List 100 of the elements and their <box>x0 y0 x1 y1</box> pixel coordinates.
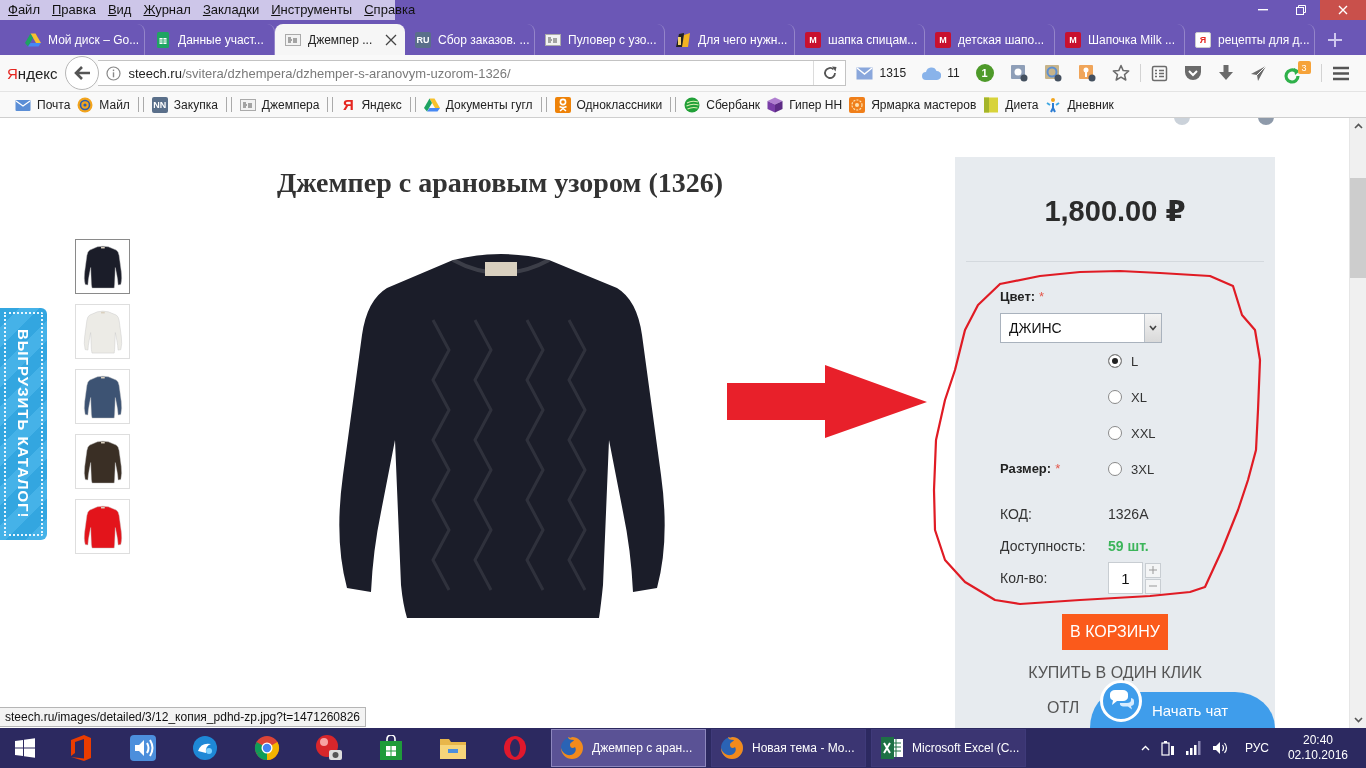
circular-arrow-icon <box>1282 67 1301 85</box>
bookmark[interactable]: Майл <box>76 93 131 116</box>
price: 1,800.00 ₽ <box>1043 194 1187 228</box>
quantity-field[interactable]: 1 <box>1108 562 1143 594</box>
ring-icon <box>77 96 94 113</box>
camera-icon <box>315 734 343 762</box>
taskbar-window-button[interactable]: Новая тема - Мо... <box>711 729 866 767</box>
speaker-icon <box>129 734 157 762</box>
bookmark[interactable]: Я Яндекс <box>340 93 403 116</box>
striped-circle-icon <box>684 96 701 113</box>
menu-item[interactable]: Инструменты <box>265 0 359 20</box>
browser-logo-icon <box>720 736 744 760</box>
square-icon <box>983 96 1000 113</box>
menu-icon <box>1331 65 1350 81</box>
spreadsheet-icon <box>155 31 171 48</box>
envelope-icon <box>856 66 874 80</box>
menu-item[interactable]: Справка <box>358 0 422 20</box>
info-icon <box>106 65 122 81</box>
close-icon <box>1338 5 1348 15</box>
bookmark[interactable]: Документы гугл <box>422 93 534 116</box>
clock-time: 20:40 <box>1302 733 1333 748</box>
browser-logo-icon <box>560 736 584 760</box>
bookmark[interactable]: Джемпера <box>238 93 321 116</box>
counter-button[interactable]: 1 <box>975 64 994 82</box>
browser-logo-icon <box>254 735 280 761</box>
size-option[interactable]: 3XL <box>1108 451 1155 487</box>
star-icon <box>1111 64 1130 82</box>
menu-item[interactable]: Вид <box>101 0 138 20</box>
mail-button[interactable]: 1315 <box>856 61 907 85</box>
volume-button[interactable] <box>1212 741 1228 755</box>
site-logo: M <box>805 31 821 48</box>
dropdown-button[interactable] <box>1144 314 1161 342</box>
size-option[interactable]: XXL <box>1108 415 1156 451</box>
close-tab-button[interactable] <box>385 33 397 46</box>
back-button[interactable] <box>65 56 100 90</box>
browser-logo-icon <box>503 735 527 761</box>
site-logo: Я <box>342 96 355 113</box>
bookmark[interactable]: Диета <box>982 93 1040 116</box>
shopping-bag-icon <box>378 735 404 761</box>
menu-item[interactable]: Файл <box>2 0 46 20</box>
detail-label: КОД: <box>1000 506 1032 522</box>
swirl-icon <box>192 735 218 761</box>
field-label: Размер: * <box>1000 461 1061 477</box>
language-indicator[interactable]: РУС <box>1244 741 1269 755</box>
site-logo-icon <box>239 96 256 113</box>
show-hidden-icons-button[interactable] <box>1140 745 1150 751</box>
bookmark[interactable]: Гипер НН <box>766 93 844 116</box>
detail-value: 1326A <box>1108 506 1149 522</box>
site-logo: NN <box>151 96 168 113</box>
size-option[interactable]: XL <box>1108 379 1147 415</box>
site-logo-icon <box>554 96 571 113</box>
cloud-button[interactable]: 11 <box>922 61 960 85</box>
menu-item[interactable]: Правка <box>45 0 102 20</box>
pocket-icon <box>1183 65 1202 81</box>
bookmark[interactable]: NN Закупка <box>150 93 219 116</box>
cut-off-link[interactable]: ОТЛ <box>1047 698 1080 718</box>
taskbar-window-button[interactable]: Microsoft Excel (С... <box>871 729 1026 767</box>
download-icon <box>1217 64 1234 82</box>
triangle-logo-icon <box>25 31 41 48</box>
color-select[interactable]: ДЖИНС <box>1000 313 1162 343</box>
site-logo: M <box>935 31 951 48</box>
thumbnail[interactable] <box>75 239 130 294</box>
new-tab-button[interactable] <box>1327 32 1343 48</box>
network-button[interactable] <box>1185 741 1202 755</box>
minimize-icon <box>1258 9 1268 11</box>
menu-item[interactable]: Журнал <box>137 0 197 20</box>
bookmark[interactable]: Одноклассники <box>553 93 664 116</box>
chevron-down-icon <box>1149 325 1157 331</box>
window-logo-icon <box>15 738 35 758</box>
site-logo: Я <box>1195 31 1211 48</box>
field-label: Цвет: * <box>1000 289 1045 305</box>
plus-icon <box>1149 566 1157 574</box>
site-logo-icon <box>675 31 691 48</box>
bookmark[interactable]: Ярмарка мастеров <box>848 93 978 116</box>
detail-label: Доступность: <box>1000 538 1086 554</box>
bookmark[interactable]: Дневник <box>1044 93 1115 116</box>
buy-one-click-link[interactable]: КУПИТЬ В ОДИН КЛИК <box>1028 663 1202 683</box>
flower-icon <box>849 96 866 113</box>
bookmark[interactable]: Почта <box>14 93 72 116</box>
scrollbar[interactable] <box>1349 118 1366 728</box>
taskbar-window-button[interactable]: Джемпер с аран... <box>551 729 706 767</box>
scrollbar-thumb[interactable] <box>1350 178 1366 278</box>
back-arrow-icon <box>73 65 92 81</box>
size-option[interactable]: L <box>1108 343 1139 379</box>
site-logo: M <box>1065 31 1081 48</box>
address-bar[interactable]: steech.ru/svitera/dzhempera/dzhemper-s-aranovym-uzorom-1326/ <box>98 60 847 86</box>
bookmark[interactable]: Сбербанк <box>683 93 762 116</box>
figure-icon <box>1045 96 1062 113</box>
folder-icon <box>439 736 467 760</box>
extension-icon <box>1077 64 1096 82</box>
caret-up-icon <box>1140 745 1150 751</box>
extension-icon <box>1009 64 1028 82</box>
browser-tab[interactable]: Джемпер ... <box>275 24 405 55</box>
menu-item[interactable]: Закладки <box>196 0 266 20</box>
battery-button[interactable] <box>1160 740 1175 756</box>
site-logo-icon <box>545 31 561 48</box>
close-icon <box>385 33 397 46</box>
triangle-logo-icon <box>423 96 440 113</box>
site-logo: RU <box>415 31 431 48</box>
send-icon <box>1249 64 1267 82</box>
